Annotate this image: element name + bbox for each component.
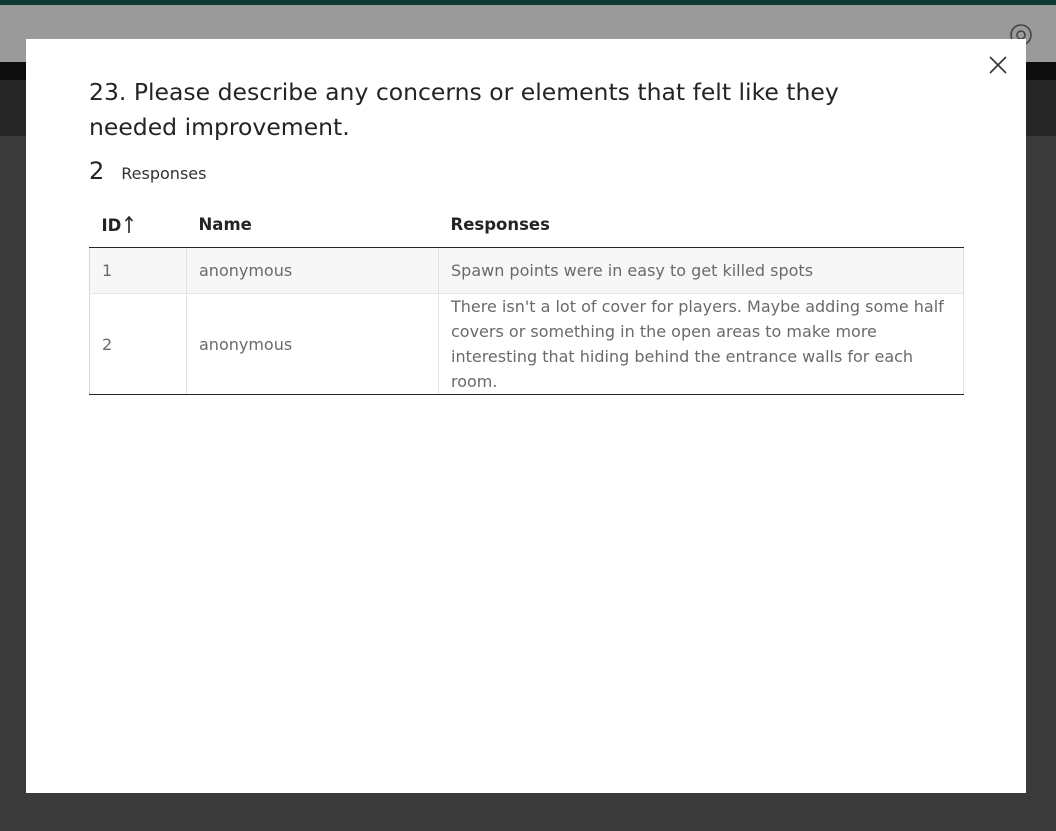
table-header-row: ID Name Responses <box>89 201 964 248</box>
table-row: 1 anonymous Spawn points were in easy to… <box>89 247 964 294</box>
cell-name: anonymous <box>186 247 439 294</box>
responses-table-container: ID Name Responses 1 anonymous Spawn poin… <box>89 201 964 395</box>
column-header-responses[interactable]: Responses <box>438 201 964 248</box>
column-header-id-label: ID <box>101 215 122 235</box>
cell-id: 2 <box>89 293 187 395</box>
close-button[interactable] <box>984 51 1012 79</box>
response-count: 2 <box>89 157 105 185</box>
responses-dialog: 23. Please describe any concerns or elem… <box>26 39 1026 793</box>
responses-table: ID Name Responses 1 anonymous Spawn poin… <box>89 201 964 395</box>
column-header-id[interactable]: ID <box>89 201 187 248</box>
cell-response: There isn't a lot of cover for players. … <box>438 293 964 395</box>
close-icon <box>989 56 1007 74</box>
cell-response: Spawn points were in easy to get killed … <box>438 247 964 294</box>
response-count-label: Responses <box>121 164 207 183</box>
table-row: 2 anonymous There isn't a lot of cover f… <box>89 293 964 395</box>
cell-name: anonymous <box>186 293 439 395</box>
question-title: 23. Please describe any concerns or elem… <box>89 78 839 141</box>
cell-id: 1 <box>89 247 187 294</box>
response-summary: 2 Responses <box>89 157 206 185</box>
sort-ascending-icon <box>125 215 134 233</box>
column-header-name[interactable]: Name <box>186 201 439 248</box>
